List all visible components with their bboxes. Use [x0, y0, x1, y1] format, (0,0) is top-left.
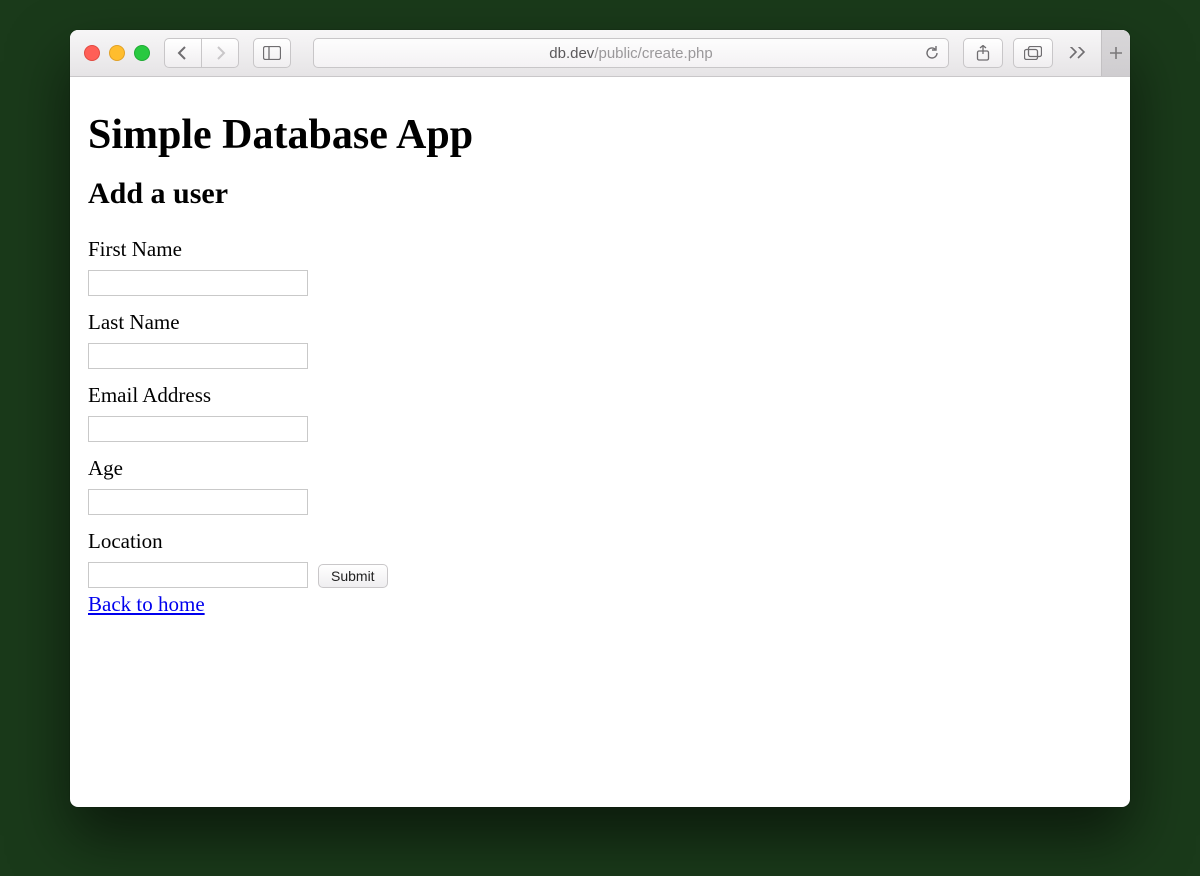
window-controls: [84, 45, 150, 61]
maximize-window-button[interactable]: [134, 45, 150, 61]
close-window-button[interactable]: [84, 45, 100, 61]
toolbar-right: [963, 30, 1120, 76]
page-subtitle: Add a user: [88, 177, 1112, 211]
minimize-window-button[interactable]: [109, 45, 125, 61]
input-last-name[interactable]: [88, 343, 308, 369]
label-email: Email Address: [88, 383, 1112, 408]
reload-button[interactable]: [924, 45, 940, 61]
label-first-name: First Name: [88, 237, 1112, 262]
new-tab-button[interactable]: [1101, 30, 1130, 76]
label-location: Location: [88, 529, 1112, 554]
show-tabs-button[interactable]: [1013, 38, 1053, 68]
more-button[interactable]: [1063, 47, 1091, 59]
address-url: db.dev/public/create.php: [549, 45, 712, 62]
input-email[interactable]: [88, 416, 308, 442]
page-title: Simple Database App: [88, 111, 1112, 159]
url-host: db.dev: [549, 45, 594, 62]
input-age[interactable]: [88, 489, 308, 515]
submit-button[interactable]: Submit: [318, 564, 388, 588]
share-button[interactable]: [963, 38, 1003, 68]
nav-buttons: [164, 38, 239, 68]
show-sidebar-button[interactable]: [253, 38, 291, 68]
field-age: Age: [88, 456, 1112, 515]
url-path: /public/create.php: [594, 45, 712, 62]
field-last-name: Last Name: [88, 310, 1112, 369]
field-email: Email Address: [88, 383, 1112, 442]
label-last-name: Last Name: [88, 310, 1112, 335]
back-to-home-link[interactable]: Back to home: [88, 592, 205, 617]
page-content: Simple Database App Add a user First Nam…: [70, 77, 1130, 807]
label-age: Age: [88, 456, 1112, 481]
field-first-name: First Name: [88, 237, 1112, 296]
input-first-name[interactable]: [88, 270, 308, 296]
field-location: Location Submit: [88, 529, 1112, 588]
forward-button[interactable]: [202, 38, 239, 68]
browser-window: db.dev/public/create.php Simple Database…: [70, 30, 1130, 807]
titlebar: db.dev/public/create.php: [70, 30, 1130, 77]
input-location[interactable]: [88, 562, 308, 588]
address-bar[interactable]: db.dev/public/create.php: [313, 38, 949, 68]
back-button[interactable]: [164, 38, 202, 68]
